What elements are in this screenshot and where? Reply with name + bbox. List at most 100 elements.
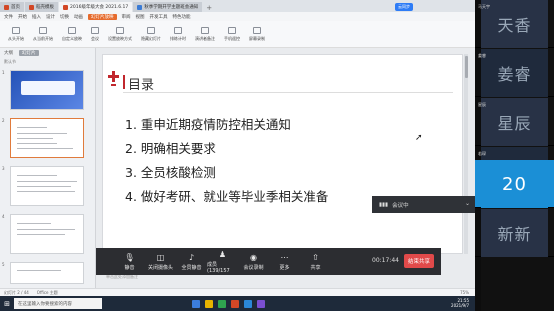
thumb-number: 4 (2, 214, 5, 219)
current-slide[interactable]: 目录 1. 重申近期疫情防控相关通知 2. 明确相关要求 3. 全员核酸检测 4… (102, 54, 463, 254)
menu-developer[interactable]: 开发工具 (150, 14, 168, 20)
presenter-notes-button[interactable]: 演讲者备注 (195, 26, 215, 42)
vertical-scrollbar[interactable] (464, 54, 468, 254)
mute-all-button[interactable]: ♪ 全员静音 (176, 253, 207, 271)
more-button[interactable]: ⋯ 更多 (269, 253, 300, 271)
tab-home[interactable]: 首页 (0, 2, 24, 12)
home-icon (4, 4, 9, 10)
sync-button[interactable]: 云同步 (395, 3, 413, 11)
record-screen-icon (253, 26, 261, 34)
microphone-icon: 🎙 (124, 252, 135, 262)
play-from-start-button[interactable]: 从头开始 (8, 26, 24, 42)
hide-icon (147, 26, 155, 34)
slide-thumbnail[interactable] (10, 70, 84, 110)
share-icon: ⇧ (312, 252, 319, 262)
meeting-app-icon[interactable] (244, 299, 252, 308)
agenda-item: 1. 重申近期疫情防控相关通知 (125, 117, 291, 132)
more-icon: ⋯ (280, 252, 289, 262)
menu-bar: 文件 开始 插入 设计 切换 动画 幻灯片放映 审阅 视图 开发工具 特色功能 (0, 12, 475, 21)
status-bar: 幻灯片 2 / 44 Office 主题 75% (0, 288, 475, 296)
participant-tile[interactable]: 天香 马天宇 (475, 0, 554, 48)
doc-icon (137, 4, 143, 10)
ppt-icon[interactable] (231, 299, 239, 308)
panel-tabs: 大纲 幻灯片 (0, 48, 95, 58)
phone-remote-button[interactable]: 手机遥控 (224, 26, 240, 42)
share-button[interactable]: ⇧ 共享 (300, 253, 331, 271)
red-cross-icon (108, 71, 119, 86)
menu-review[interactable]: 审阅 (122, 14, 131, 20)
meeting-status-bar[interactable]: ▮▮▮ 会议中 ⌄ (372, 196, 475, 213)
section-label: 默认节 (4, 59, 16, 64)
participant-panel: 天香马天宇 姜睿姜睿 星辰星辰 若琛若琛 20 新新 (475, 0, 554, 311)
menu-animation[interactable]: 动画 (74, 14, 83, 20)
app-icon[interactable] (218, 299, 226, 308)
slide-title: 目录 (128, 78, 155, 93)
slide-thumbnail[interactable] (10, 214, 84, 254)
app-icon[interactable] (192, 299, 200, 308)
tab-templates[interactable]: 稻壳模板 (25, 2, 58, 12)
meeting-timer: 00:17:44 (372, 257, 399, 264)
agenda-item: 4. 做好考研、就业等毕业季相关准备 (125, 189, 329, 204)
members-button[interactable]: ♟ 成员(139/157 (207, 250, 238, 274)
tab-outline[interactable]: 大纲 (4, 50, 13, 56)
thumb-number: 2 (2, 118, 5, 123)
menu-home[interactable]: 开始 (18, 14, 27, 20)
thumb-number: 5 (2, 262, 5, 267)
taskbar-search-input[interactable]: 在这里输入你要搜索的内容 (14, 298, 102, 309)
slide-thumbnail[interactable] (10, 166, 84, 206)
title-divider (123, 92, 453, 93)
camera-icon: ◫ (156, 252, 165, 262)
menu-design[interactable]: 设计 (46, 14, 55, 20)
rehearse-timing-button[interactable]: 排练计时 (170, 26, 186, 42)
tab-slides[interactable]: 幻灯片 (19, 50, 39, 56)
agenda-item: 2. 明确相关要求 (125, 141, 216, 156)
menu-view[interactable]: 视图 (136, 14, 145, 20)
record-button[interactable]: ◉ 会议录制 (238, 253, 269, 271)
members-icon: ♟ (218, 249, 227, 259)
menu-transition[interactable]: 切换 (60, 14, 69, 20)
camera-off-button[interactable]: ◫ 关闭摄像头 (145, 253, 176, 271)
meeting-button[interactable]: 会议 (91, 26, 99, 42)
title-accent-bar (123, 75, 125, 89)
agenda-list: 1. 重申近期疫情防控相关通知 2. 明确相关要求 3. 全员核酸检测 4. 做… (125, 113, 328, 209)
tab-document[interactable]: 秋季学期开学主题班会通知 (133, 2, 203, 12)
mouse-cursor-icon: ➚ (415, 133, 423, 143)
record-icon: ◉ (250, 252, 257, 262)
slide-thumbnail-selected[interactable] (10, 118, 84, 158)
hide-slide-button[interactable]: 隐藏幻灯片 (141, 26, 161, 42)
screen-record-button[interactable]: 屏幕录制 (249, 26, 265, 42)
custom-show-button[interactable]: 自定义放映 (62, 26, 82, 42)
slide-thumbnail-panel: 大纲 幻灯片 默认节 1 2 3 4 5 (0, 48, 96, 288)
ppt-icon (63, 4, 68, 10)
menu-insert[interactable]: 插入 (32, 14, 41, 20)
template-icon (29, 4, 34, 10)
menu-features[interactable]: 特色功能 (173, 14, 191, 20)
participant-tile-active[interactable]: 20 (475, 160, 554, 208)
participant-tile[interactable]: 新新 (475, 209, 554, 257)
mute-button[interactable]: 🎙 静音 (114, 253, 145, 271)
zoom-level[interactable]: 75% (460, 290, 469, 295)
menu-slideshow[interactable]: 幻灯片放映 (88, 13, 117, 20)
chevron-down-icon[interactable]: ⌄ (465, 200, 470, 207)
slide-counter: 幻灯片 2 / 44 (4, 289, 29, 295)
slide-thumbnail[interactable] (10, 262, 84, 284)
participant-tile[interactable]: 姜睿 姜睿 (475, 49, 554, 97)
clock[interactable]: 21:55 2021/9/7 (451, 298, 469, 308)
tab-presentation[interactable]: 2016级年级大会 2021.6.17 (59, 2, 133, 12)
show-settings-button[interactable]: 设置放映方式 (108, 26, 132, 42)
folder-icon[interactable] (205, 299, 213, 308)
app-icon[interactable] (257, 299, 265, 308)
play-icon (12, 26, 20, 34)
meeting-icon (91, 26, 99, 34)
participant-tile[interactable]: 星辰 星辰 (475, 98, 554, 146)
end-share-button[interactable]: 结束共享 (404, 254, 434, 268)
play-from-current-button[interactable]: 从当前开始 (33, 26, 53, 42)
meeting-status: 会议中 (392, 202, 409, 209)
taskbar: ⊞ 在这里输入你要搜索的内容 21:55 2021/9/7 (0, 296, 475, 311)
menu-file[interactable]: 文件 (4, 14, 13, 20)
bars-icon: ▮▮▮ (379, 201, 389, 208)
new-tab-button[interactable]: + (203, 4, 215, 12)
windows-start-icon[interactable]: ⊞ (0, 296, 14, 311)
mute-all-icon: ♪ (188, 252, 195, 262)
timer-icon (174, 26, 182, 34)
